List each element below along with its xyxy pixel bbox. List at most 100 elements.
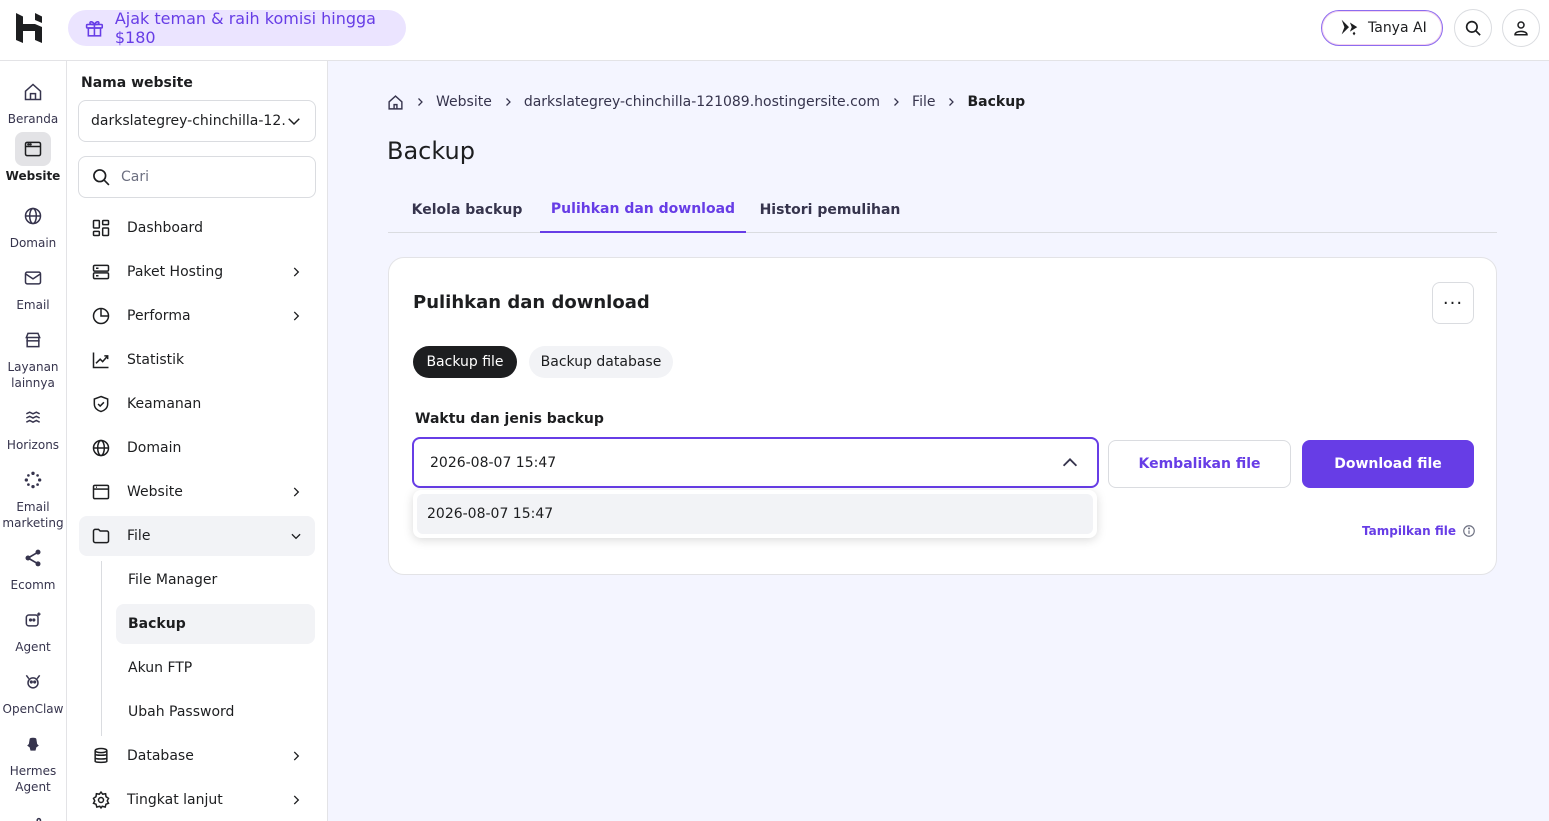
download-files-button[interactable]: Download file [1302, 440, 1474, 488]
backup-database-toggle[interactable]: Backup database [529, 346, 673, 378]
more-options-button[interactable]: ··· [1432, 282, 1474, 324]
rail-item-beranda[interactable]: Beranda [0, 75, 66, 127]
chevron-right-icon [949, 98, 955, 106]
show-files-link[interactable]: Tampilkan file [1362, 524, 1476, 538]
email-marketing-icon [15, 463, 51, 497]
backup-time-value: 2026-08-07 15:47 [430, 454, 557, 471]
rail-item-email-marketing[interactable]: Email marketing [0, 463, 66, 531]
hermes-icon [15, 727, 51, 761]
button-label: Kembalikan file [1138, 456, 1261, 472]
sidebar-subitem-label: Backup [128, 616, 186, 632]
sidebar-item-paket-hosting[interactable]: Paket Hosting [79, 252, 315, 292]
info-icon[interactable] [1462, 524, 1476, 538]
search-button[interactable] [1454, 9, 1492, 47]
home-icon [15, 75, 51, 109]
ask-ai-label: Tanya AI [1368, 20, 1427, 36]
rail-label: Agent [15, 640, 51, 654]
search-placeholder: Cari [121, 169, 149, 185]
sidebar-item-dashboard[interactable]: Dashboard [79, 208, 315, 248]
referral-promo-banner[interactable]: Ajak teman & raih komisi hingga $180 [68, 9, 406, 47]
chevron-up-icon [1062, 457, 1078, 466]
pill-label: Backup database [540, 354, 662, 370]
sidebar-subitem-file-manager[interactable]: File Manager [116, 560, 315, 600]
sidebar-item-label: File [127, 528, 151, 544]
sidebar-item-database[interactable]: Database [79, 736, 315, 776]
backup-time-select[interactable]: 2026-08-07 15:47 [412, 437, 1099, 488]
chevron-right-icon [293, 267, 300, 277]
database-icon [91, 746, 111, 766]
sidebar-item-label: Tingkat lanjut [127, 792, 223, 808]
rail-label: Email marketing [2, 500, 64, 530]
backup-file-toggle[interactable]: Backup file [413, 346, 517, 378]
rail-item-email[interactable]: Email [0, 261, 66, 313]
breadcrumb-link-site[interactable]: darkslategrey-chinchilla-121089.hostinge… [524, 94, 880, 110]
sidebar-subitem-akun-ftp[interactable]: Akun FTP [116, 648, 315, 688]
website-selector[interactable]: darkslategrey-chinchilla-12… [78, 100, 316, 142]
top-bar: Ajak teman & raih komisi hingga $180 Tan… [0, 0, 1549, 61]
globe-icon [91, 438, 111, 458]
ask-ai-button[interactable]: Tanya AI [1321, 10, 1443, 46]
rail-item-hermes-agent[interactable]: Hermes Agent [0, 727, 66, 795]
rail-item-domain[interactable]: Domain [0, 199, 66, 251]
website-icon [15, 132, 51, 166]
rail-item-openclaw[interactable]: OpenClaw [0, 665, 66, 717]
breadcrumb-current: Backup [967, 94, 1026, 110]
chevron-right-icon [505, 98, 511, 106]
mail-icon [15, 261, 51, 295]
search-icon [1465, 20, 1481, 36]
agent-icon [15, 603, 51, 637]
tab-pulihkan-dan-download[interactable]: Pulihkan dan download [540, 186, 746, 233]
home-icon[interactable] [387, 94, 404, 111]
breadcrumb: Website darkslategrey-chinchilla-121089.… [387, 92, 1025, 112]
sidebar-item-label: Website [127, 484, 183, 500]
rail-label: Website [5, 169, 61, 183]
restore-files-button[interactable]: Kembalikan file [1108, 440, 1291, 488]
tab-label: Kelola backup [411, 201, 523, 218]
breadcrumb-link-file[interactable]: File [912, 94, 935, 110]
sidebar-search-input[interactable]: Cari [78, 156, 316, 198]
chevron-right-icon [293, 751, 300, 761]
rail-item-more[interactable] [0, 805, 66, 821]
search-icon [93, 169, 110, 186]
sidebar-item-label: Domain [127, 440, 182, 456]
rail-item-agent[interactable]: Agent [0, 603, 66, 655]
backup-time-dropdown: 2026-08-07 15:47 [413, 490, 1097, 538]
sidebar-item-website[interactable]: Website [79, 472, 315, 512]
tab-kelola-backup[interactable]: Kelola backup [388, 186, 546, 233]
sidebar-item-domain[interactable]: Domain [79, 428, 315, 468]
dropdown-option[interactable]: 2026-08-07 15:47 [417, 494, 1093, 534]
sidebar-item-performa[interactable]: Performa [79, 296, 315, 336]
sidebar-subitem-backup[interactable]: Backup [116, 604, 315, 644]
button-label: Download file [1334, 456, 1442, 472]
chevron-right-icon [293, 311, 300, 321]
rail-label: Hermes Agent [9, 764, 57, 794]
restore-download-card: Pulihkan dan download ··· Backup file Ba… [388, 257, 1497, 575]
backup-time-label: Waktu dan jenis backup [415, 411, 604, 427]
rail-item-horizons[interactable]: Horizons [0, 401, 66, 453]
rail-item-ecomm[interactable]: Ecomm [0, 541, 66, 593]
sidebar-title: Nama website [81, 75, 193, 91]
sidebar-subitem-ubah-password[interactable]: Ubah Password [116, 692, 315, 732]
website-selector-value: darkslategrey-chinchilla-12… [91, 113, 285, 129]
sidebar-item-label: Dashboard [127, 220, 203, 236]
horizons-icon [15, 401, 51, 435]
sidebar-item-label: Database [127, 748, 194, 764]
submenu-guide-line [101, 561, 102, 736]
sidebar-item-file[interactable]: File [79, 516, 315, 556]
left-rail: Beranda Website Domain Email Layanan lai… [0, 61, 67, 821]
chevron-right-icon [418, 98, 423, 106]
hostinger-logo[interactable] [14, 12, 44, 44]
account-button[interactable] [1502, 9, 1540, 47]
shield-icon [91, 394, 111, 414]
sidebar-item-tingkat-lanjut[interactable]: Tingkat lanjut [79, 780, 315, 820]
chevron-down-icon [291, 533, 301, 540]
tab-label: Histori pemulihan [759, 201, 901, 218]
breadcrumb-link-website[interactable]: Website [436, 94, 492, 110]
sidebar-item-statistik[interactable]: Statistik [79, 340, 315, 380]
rail-label: Domain [9, 236, 57, 250]
sidebar-item-keamanan[interactable]: Keamanan [79, 384, 315, 424]
rail-item-layanan-lainnya[interactable]: Layanan lainnya [0, 323, 66, 391]
tab-histori-pemulihan[interactable]: Histori pemulihan [746, 186, 914, 233]
rail-item-website[interactable]: Website [0, 132, 66, 184]
rail-label: Email [16, 298, 50, 312]
